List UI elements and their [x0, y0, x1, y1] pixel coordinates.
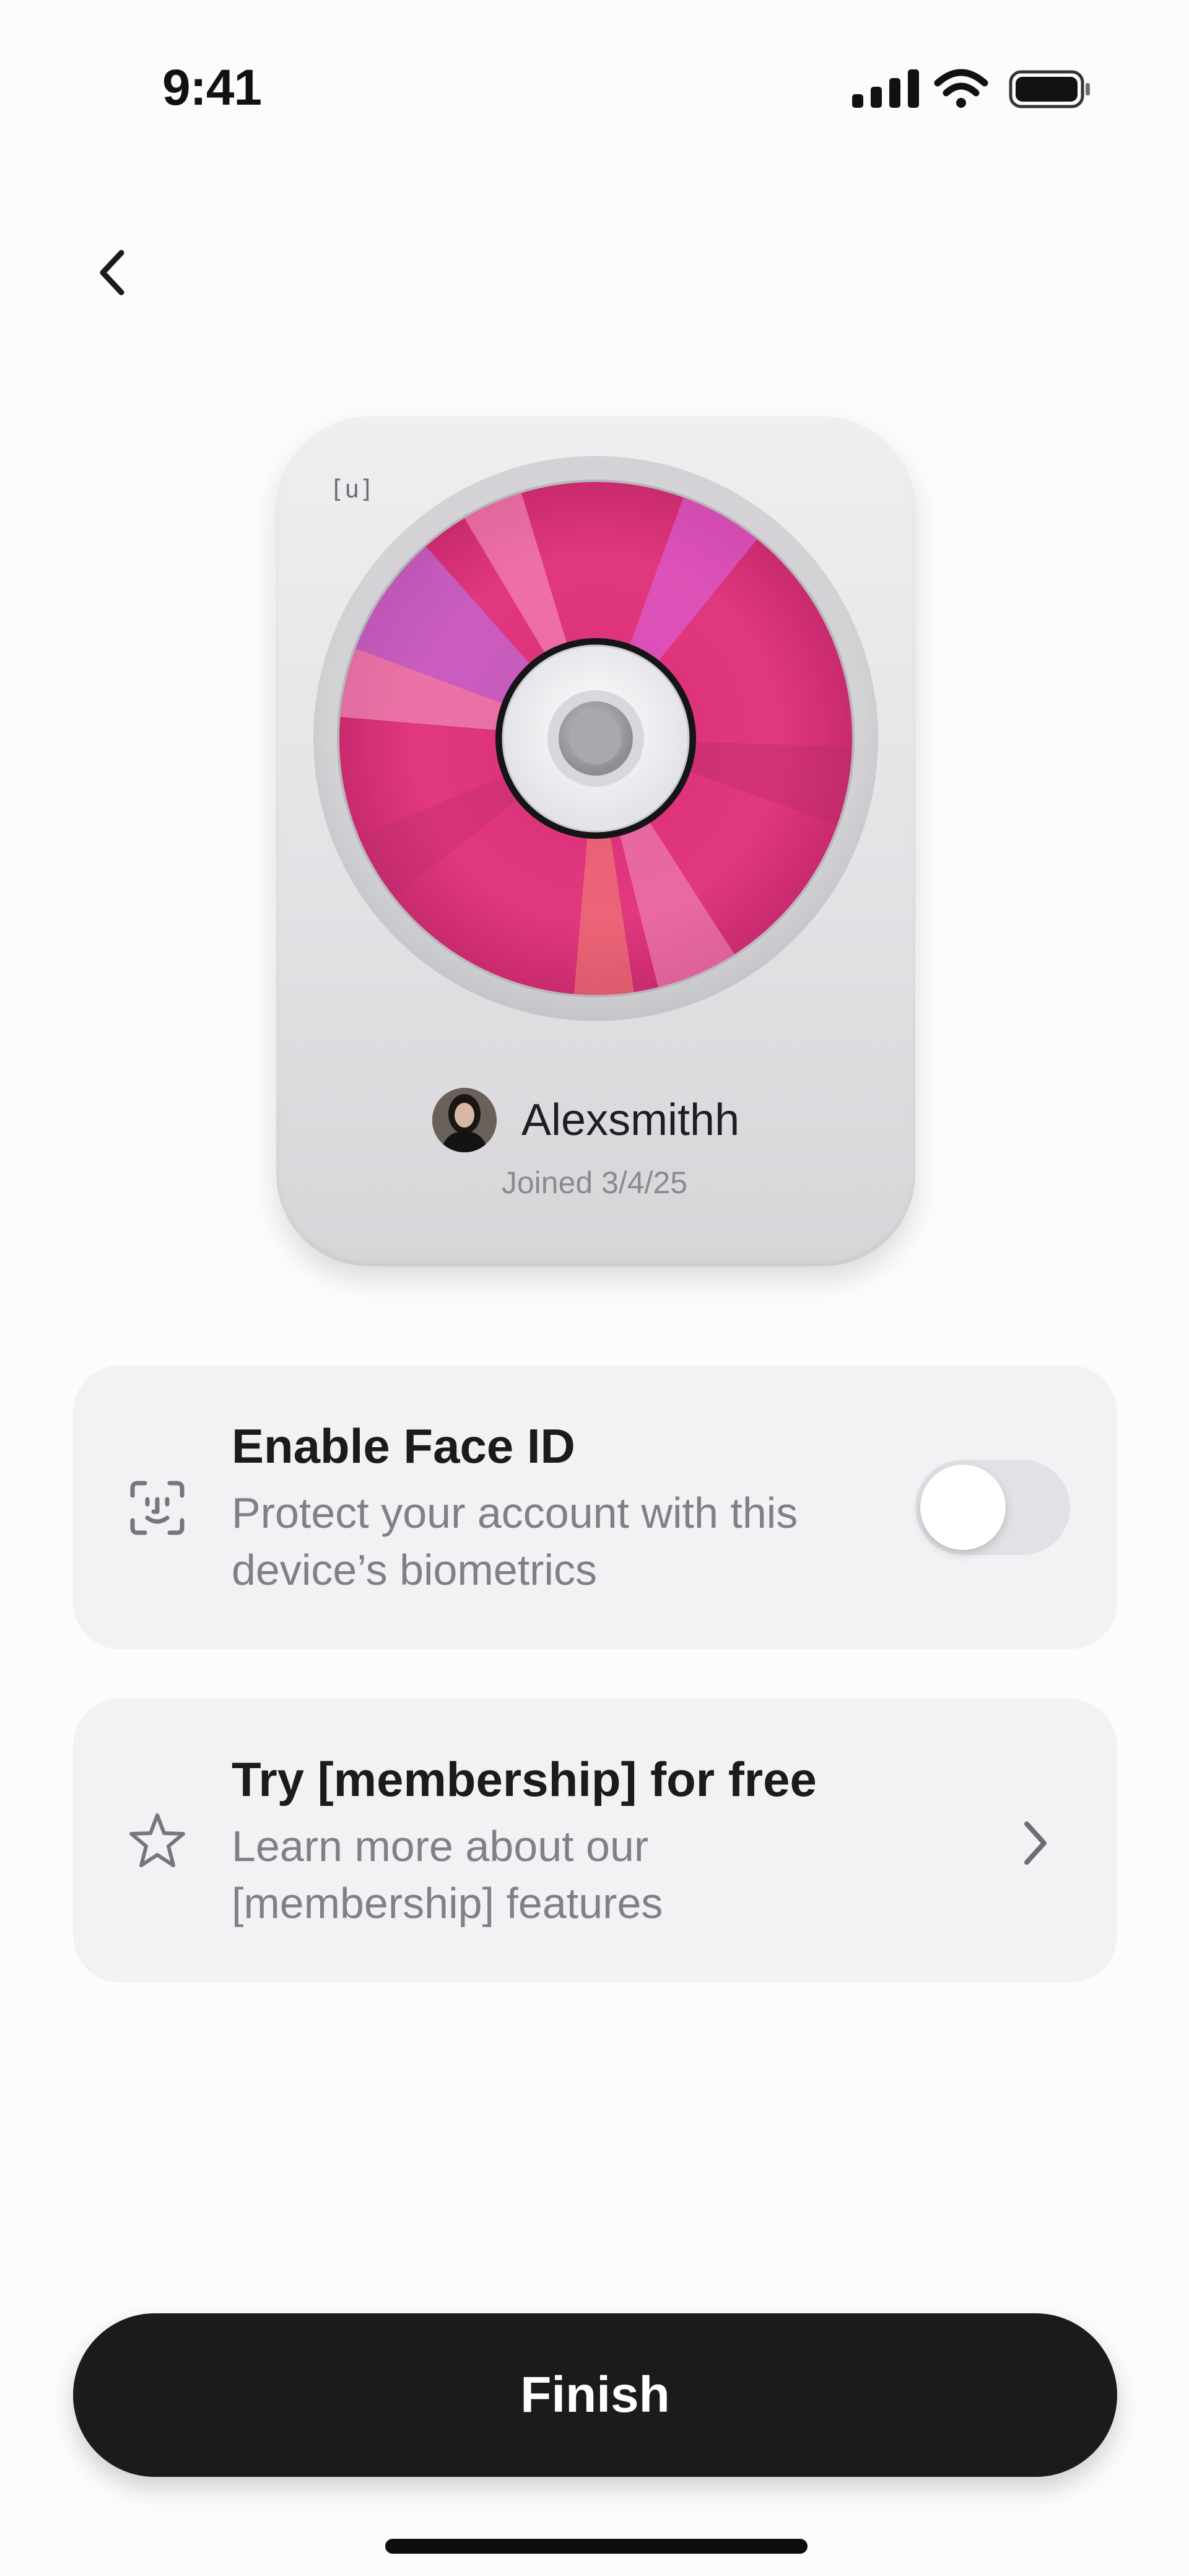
face-id-toggle[interactable]	[915, 1460, 1070, 1555]
face-id-icon	[126, 1477, 188, 1539]
battery-icon	[1009, 70, 1090, 108]
home-indicator	[385, 2539, 808, 2554]
wifi-icon	[934, 69, 988, 108]
disc-artwork	[313, 456, 878, 1021]
joined-date: Joined 3/4/25	[501, 1165, 688, 1200]
status-icons	[852, 68, 1091, 110]
finish-button[interactable]: Finish	[73, 2313, 1117, 2477]
chevron-right-icon	[1013, 1815, 1056, 1871]
back-button[interactable]	[87, 242, 142, 304]
chevron-left-icon	[100, 250, 124, 296]
status-time: 9:41	[162, 59, 262, 116]
membership-title: Try [membership] for free	[232, 1752, 817, 1807]
toggle-knob	[920, 1465, 1006, 1550]
cellular-signal-icon	[852, 69, 919, 108]
membership-description: Learn more about our [membership] featur…	[232, 1822, 663, 1927]
face-id-title: Enable Face ID	[232, 1419, 575, 1473]
star-outline-icon	[126, 1810, 188, 1872]
face-id-description: Protect your account with this device’s …	[232, 1489, 798, 1594]
username: Alexsmithh	[521, 1095, 740, 1145]
avatar	[432, 1088, 497, 1152]
